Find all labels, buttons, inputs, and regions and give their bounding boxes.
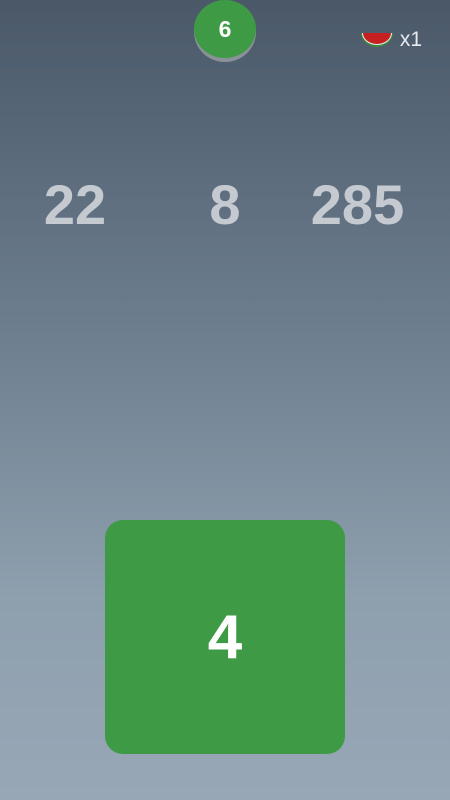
watermelon-slice-icon <box>360 33 393 47</box>
target-number[interactable]: 285 <box>290 170 425 240</box>
target-numbers: 22 8 285 <box>0 170 450 240</box>
score-value: 6 <box>194 0 256 58</box>
lives-count: x1 <box>399 28 422 51</box>
lives-indicator: x1 <box>360 28 422 52</box>
score-badge: 6 <box>194 0 256 62</box>
player-number-tile[interactable]: 4 <box>105 520 345 754</box>
target-number[interactable]: 8 <box>170 170 280 240</box>
target-number[interactable]: 22 <box>20 170 130 240</box>
